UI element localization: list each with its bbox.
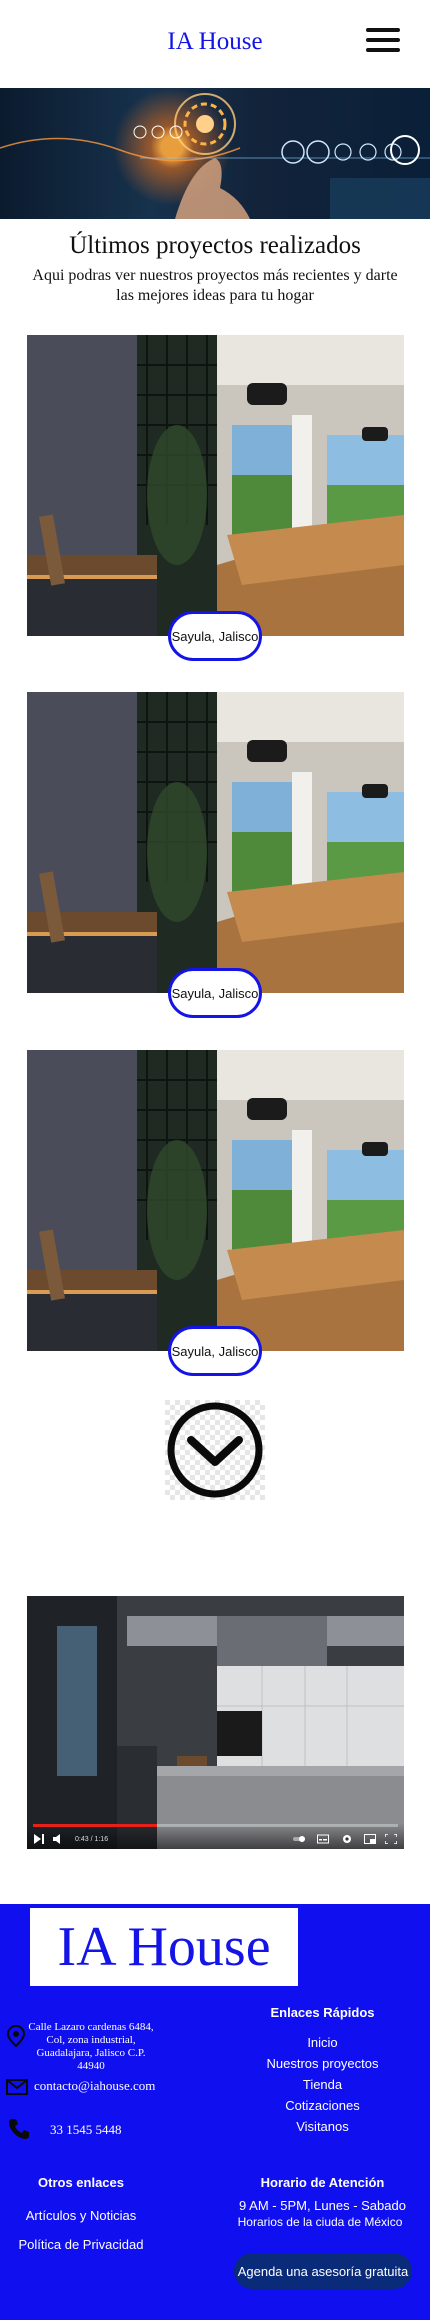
phone-icon	[9, 2119, 29, 2139]
video-player[interactable]: 0:43 / 1:16	[27, 1596, 404, 1849]
projects-title: Últimos proyectos realizados	[69, 232, 361, 259]
hero-banner-image	[0, 88, 430, 219]
video-progress-bar[interactable]	[33, 1824, 398, 1827]
subtitles-icon[interactable]	[317, 1834, 329, 1844]
project-card[interactable]	[27, 692, 404, 993]
projects-subtitle: Aqui podras ver nuestros proyectos más r…	[32, 267, 398, 304]
fullscreen-icon[interactable]	[385, 1834, 397, 1844]
project-card[interactable]	[27, 335, 404, 636]
project-image	[27, 1050, 404, 1351]
autoplay-toggle-icon[interactable]	[293, 1834, 305, 1844]
project-location-badge[interactable]: Sayula, Jalisco	[168, 611, 262, 661]
scroll-down-chevron-icon[interactable]	[165, 1400, 265, 1500]
site-header: IA House	[0, 0, 430, 88]
miniplayer-icon[interactable]	[364, 1834, 376, 1844]
footer-email[interactable]: contacto@iahouse.com	[34, 2078, 155, 2094]
other-links-list: Artículos y Noticias Política de Privaci…	[0, 2201, 162, 2259]
project-location-badge[interactable]: Sayula, Jalisco	[168, 1326, 262, 1376]
email-envelope-icon	[6, 2079, 28, 2095]
footer-logo[interactable]: IA House	[30, 1908, 298, 1986]
play-icon[interactable]	[33, 1834, 45, 1844]
footer-link-cotizaciones[interactable]: Cotizaciones	[240, 2095, 405, 2116]
project-image	[27, 335, 404, 636]
quick-links-title: Enlaces Rápidos	[270, 2005, 375, 2020]
video-thumbnail	[27, 1596, 404, 1849]
menu-hamburger-icon[interactable]	[366, 26, 400, 54]
quick-links-list: Inicio Nuestros proyectos Tienda Cotizac…	[240, 2032, 405, 2137]
location-pin-icon	[6, 2025, 26, 2047]
project-image	[27, 692, 404, 993]
hours-title: Horario de Atención	[260, 2175, 385, 2190]
footer-link-proyectos[interactable]: Nuestros proyectos	[240, 2053, 405, 2074]
other-links-title: Otros enlaces	[38, 2175, 124, 2190]
footer-link-tienda[interactable]: Tienda	[240, 2074, 405, 2095]
hours-schedule: 9 AM - 5PM, Lunes - Sabado	[239, 2198, 406, 2213]
video-time: 0:43 / 1:16	[75, 1836, 109, 1843]
footer-link-inicio[interactable]: Inicio	[240, 2032, 405, 2053]
settings-gear-icon[interactable]	[341, 1834, 353, 1844]
volume-icon[interactable]	[53, 1834, 65, 1844]
footer-link-visitanos[interactable]: Visitanos	[240, 2116, 405, 2137]
footer-link-privacidad[interactable]: Política de Privacidad	[0, 2230, 162, 2259]
cta-free-consultation-button[interactable]: Agenda una asesoría gratuita	[234, 2253, 412, 2289]
footer-address: Calle Lazaro cardenas 6484, Col, zona in…	[28, 2021, 154, 2072]
site-footer: IA House Calle Lazaro cardenas 6484, Col…	[0, 1904, 430, 2320]
project-card[interactable]	[27, 1050, 404, 1351]
footer-logo-text: IA House	[57, 1916, 271, 1978]
hours-timezone: Horarios de la ciuda de México	[237, 2215, 403, 2229]
footer-phone[interactable]: 33 1545 5448	[50, 2122, 122, 2138]
footer-link-articulos[interactable]: Artículos y Noticias	[0, 2201, 162, 2230]
project-location-badge[interactable]: Sayula, Jalisco	[168, 968, 262, 1018]
